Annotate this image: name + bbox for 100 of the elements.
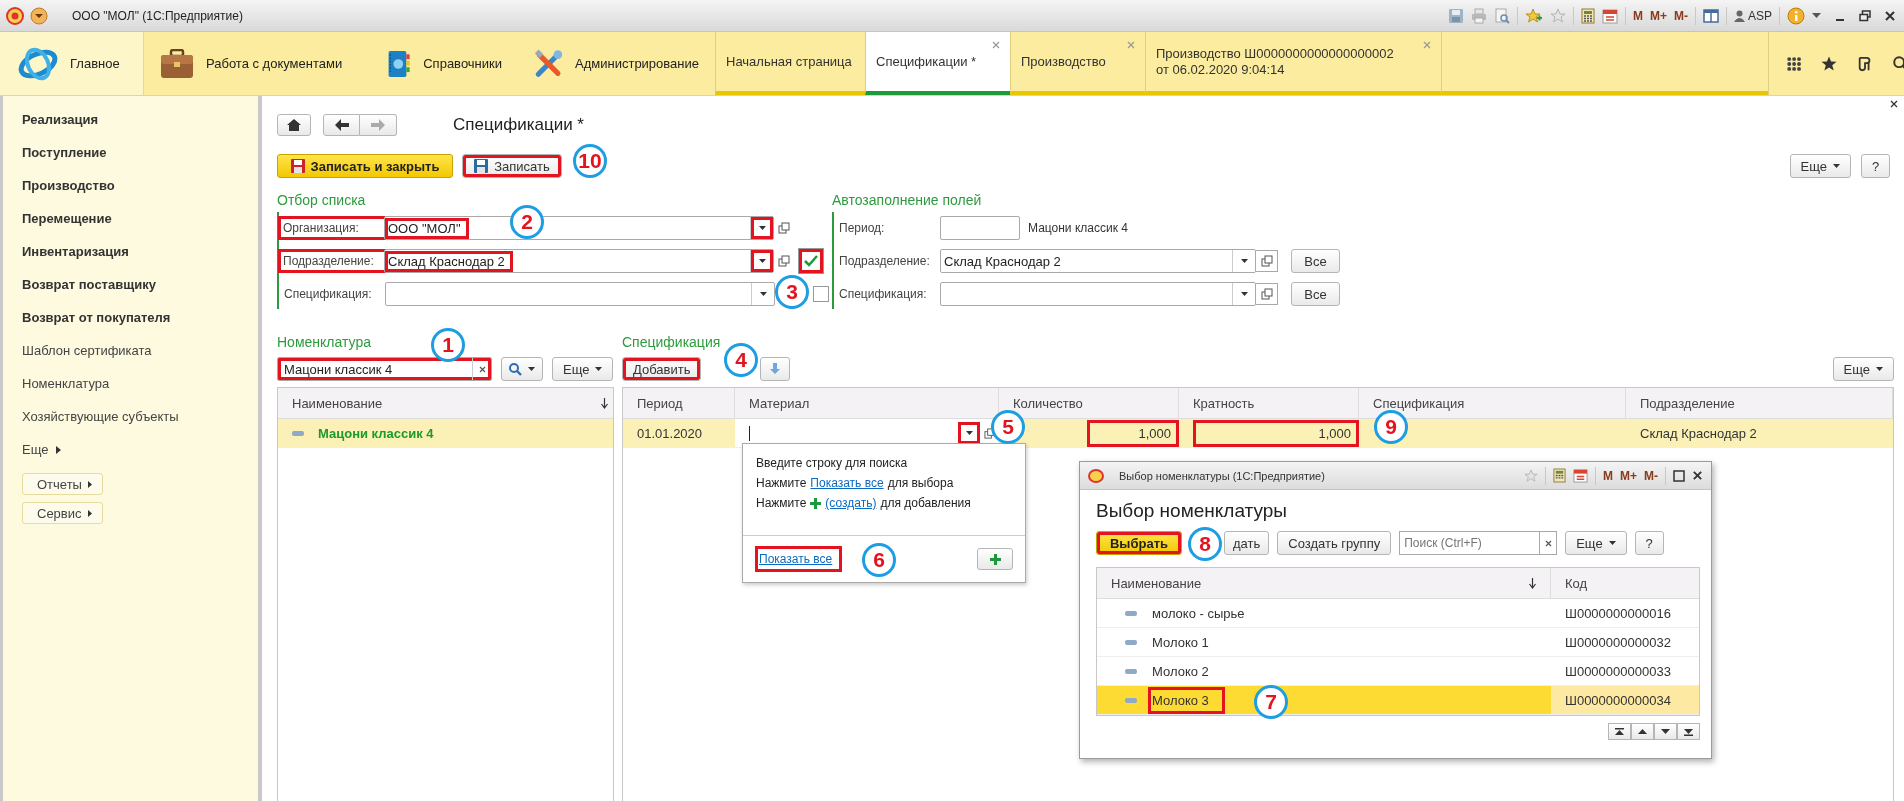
more-button[interactable]: Еще [1789, 154, 1851, 178]
help-button[interactable]: ? [1634, 531, 1664, 555]
tab[interactable]: Производство [1010, 32, 1145, 95]
preview-icon[interactable] [1493, 7, 1510, 24]
sidebar-item[interactable]: Шаблон сертификата [22, 334, 152, 367]
checkbox[interactable] [813, 286, 829, 302]
sidebar-item[interactable]: Реализация [22, 103, 99, 136]
sidebar-button[interactable]: Сервис [22, 502, 103, 524]
memory-button[interactable]: M+ [1620, 468, 1637, 483]
scroll-end-button[interactable] [1608, 723, 1631, 740]
clear-icon[interactable] [478, 365, 486, 373]
more-link[interactable]: Еще [22, 433, 62, 466]
tab[interactable]: Спецификации * [865, 32, 1010, 95]
dropdown-button[interactable] [958, 422, 980, 444]
date-field[interactable] [940, 216, 1020, 240]
calculator-icon[interactable] [1580, 7, 1595, 24]
tab[interactable]: Производство Ш0000000000000000002 от 06.02.2020 9:04:14 [1145, 32, 1441, 95]
star-plus-icon[interactable] [1524, 7, 1543, 24]
memory-button[interactable]: M- [1644, 468, 1658, 483]
calendar-icon[interactable] [1601, 7, 1618, 24]
open-icon[interactable] [778, 222, 790, 234]
star-icon[interactable] [1524, 468, 1538, 483]
maximize-icon[interactable] [1673, 469, 1685, 482]
caret-icon[interactable] [1812, 12, 1821, 19]
clear-icon[interactable] [1544, 539, 1552, 547]
sidebar-item[interactable]: Номенклатура [22, 367, 110, 400]
section-link[interactable]: Главное [0, 32, 144, 95]
column-header[interactable]: Подразделение [1626, 388, 1893, 418]
open-icon[interactable] [778, 255, 790, 267]
section-link[interactable]: Работа с документами [144, 32, 371, 95]
select-field[interactable] [940, 282, 1256, 306]
link[interactable]: (создать) [825, 496, 877, 510]
dialog-button[interactable]: Выбрать [1096, 531, 1182, 555]
open-button[interactable] [1256, 283, 1278, 305]
close-icon[interactable] [1692, 470, 1703, 481]
memory-button[interactable]: M [1603, 468, 1613, 483]
back-button[interactable] [323, 114, 360, 136]
dropdown-button[interactable] [750, 250, 773, 272]
sidebar-item[interactable]: Хозяйствующие субъекты [22, 400, 179, 433]
column-header[interactable]: Кратность [1179, 388, 1359, 418]
all-button[interactable]: Все [1291, 249, 1340, 273]
memory-button[interactable]: M [1632, 8, 1643, 23]
more-button[interactable]: Еще [1832, 357, 1894, 381]
search-field[interactable]: Поиск (Ctrl+F) [1399, 531, 1540, 555]
create-button[interactable] [977, 548, 1013, 570]
home-button[interactable] [277, 114, 311, 136]
memory-button[interactable]: M- [1674, 8, 1688, 23]
restore-icon[interactable] [1859, 9, 1871, 22]
select-field[interactable] [385, 282, 775, 306]
panels-icon[interactable] [1703, 7, 1719, 24]
dialog-button[interactable]: Создать группу [1277, 531, 1392, 555]
dialog-button[interactable]: дать [1224, 531, 1270, 555]
move-down-button[interactable] [760, 357, 791, 381]
scroll-button[interactable] [1654, 723, 1677, 740]
calendar-icon[interactable] [1573, 468, 1588, 483]
more-button[interactable]: Еще [552, 357, 614, 381]
sidebar-item[interactable]: Перемещение [22, 202, 112, 235]
column-header[interactable]: Наименование [1097, 568, 1551, 598]
user-name[interactable]: ASP [1748, 8, 1772, 23]
all-button[interactable]: Все [1291, 282, 1340, 306]
add-button[interactable]: Добавить [622, 357, 702, 381]
menu-icon[interactable] [30, 6, 48, 25]
close-icon[interactable] [1884, 9, 1896, 22]
sidebar-button[interactable]: Отчеты [22, 473, 103, 495]
select-field[interactable]: Склад Краснодар 2 [940, 249, 1256, 273]
sidebar-item[interactable]: Возврат от покупателя [22, 301, 171, 334]
close-icon[interactable] [1890, 100, 1898, 108]
section-link[interactable]: Справочники [371, 32, 518, 95]
memory-button[interactable]: M+ [1649, 8, 1667, 23]
history-icon[interactable] [1857, 54, 1872, 73]
search-button[interactable] [501, 357, 543, 381]
select-field[interactable]: Склад Краснодар 2 [384, 249, 774, 273]
sidebar-item[interactable]: Возврат поставщику [22, 268, 156, 301]
section-title: Номенклатура [277, 333, 371, 352]
save-button[interactable]: Записать [462, 154, 562, 178]
link[interactable]: Показать все [810, 476, 884, 490]
column-header[interactable]: Период [623, 388, 735, 418]
sort-arrow-icon[interactable] [601, 397, 608, 409]
column-header[interactable]: Код [1551, 568, 1699, 598]
save-button[interactable]: Записать и закрыть [277, 154, 453, 178]
apps-grid-icon[interactable] [1787, 55, 1802, 72]
dropdown-button[interactable] [750, 217, 773, 239]
show-all-link[interactable]: Показать все [755, 546, 843, 572]
hint-text: Нажмите [756, 496, 807, 510]
sidebar-item[interactable]: Производство [22, 169, 115, 202]
sidebar-item[interactable]: Инвентаризация [22, 235, 129, 268]
open-button[interactable] [1256, 250, 1278, 272]
info-icon[interactable] [1787, 6, 1805, 25]
star-icon[interactable] [1821, 55, 1838, 72]
checkbox[interactable] [798, 248, 824, 274]
help-button[interactable]: ? [1861, 154, 1890, 178]
star-icon[interactable] [1549, 7, 1566, 24]
scroll-button[interactable] [1631, 723, 1654, 740]
more-button[interactable]: Еще [1565, 531, 1627, 555]
search-field[interactable]: Мацони классик 4 [277, 357, 492, 381]
section-link[interactable]: Администрирование [518, 32, 715, 95]
scroll-end-button[interactable] [1677, 723, 1700, 740]
save-icon[interactable] [1447, 7, 1464, 24]
sidebar-item[interactable]: Поступление [22, 136, 107, 169]
calculator-icon[interactable] [1553, 468, 1566, 483]
